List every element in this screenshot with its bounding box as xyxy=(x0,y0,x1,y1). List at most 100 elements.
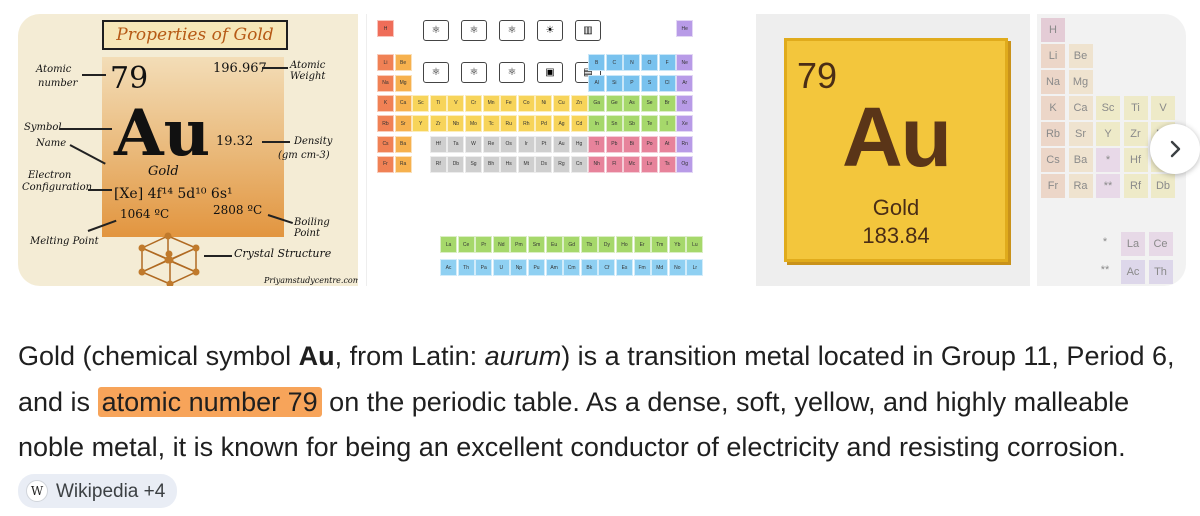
element-cell: Ni xyxy=(535,94,553,112)
element-cell: Sn xyxy=(605,115,623,133)
element-cell: Cd xyxy=(570,115,588,133)
source-chip[interactable]: W Wikipedia +4 xyxy=(18,474,178,509)
element-cell: Be xyxy=(394,54,412,72)
atomic-weight-value: 196.967 xyxy=(213,61,267,76)
source-label: Wikipedia +4 xyxy=(56,480,166,502)
element-cell: Cm xyxy=(563,259,581,276)
element-cell: Mt xyxy=(517,155,535,173)
leader-line xyxy=(262,67,288,69)
element-cell: Pa xyxy=(475,259,493,276)
element-cell: Hg xyxy=(570,135,588,153)
element-cell: Ra xyxy=(1068,174,1093,198)
element-cell: Re xyxy=(482,135,500,153)
element-cell: Rh xyxy=(517,115,535,133)
element-cell: Np xyxy=(510,259,528,276)
gold-properties-image[interactable]: Properties of Gold 79 196.967 Au 19.32 G… xyxy=(18,14,358,286)
label-atomic: Atomic xyxy=(36,64,72,75)
gold-element-card-image[interactable]: 79 Au Gold 183.84 xyxy=(756,14,1030,286)
property-toggle-icon[interactable]: ⚛ xyxy=(423,20,449,41)
element-cell: Fl xyxy=(605,155,623,173)
element-cell: Cr xyxy=(465,94,482,112)
element-cell: Zr xyxy=(429,115,447,133)
label-density-unit: (gm cm-3) xyxy=(278,150,330,161)
element-cell: O xyxy=(641,54,658,72)
series-marker: ** xyxy=(1100,264,1110,276)
element-cell: Hf xyxy=(1123,148,1148,172)
element-cell: H xyxy=(377,20,394,37)
element-card: 79 Au Gold 183.84 xyxy=(784,38,1008,262)
element-cell: As xyxy=(623,94,641,112)
element-cell: I xyxy=(658,115,676,133)
element-cell: Hf xyxy=(429,135,447,153)
periodic-table-image[interactable]: ⚛ ⚛ ⚛ ☀ ▥ ⚛ ⚛ ⚛ ▣ ▤ H He Li Be B C N O F Ne Na Mg Al Si P S Cl Ar K… xyxy=(366,14,770,286)
label-symbol: Symbol xyxy=(24,122,62,133)
element-cell: Eu xyxy=(545,236,563,253)
atomic-number-value: 79 xyxy=(110,61,149,96)
property-toggle-icon[interactable]: ⚛ xyxy=(461,20,487,41)
element-cell: Sr xyxy=(394,115,412,133)
element-cell: Ce xyxy=(1148,232,1173,256)
element-cell: ** xyxy=(1096,174,1120,198)
element-cell: Se xyxy=(641,94,658,112)
element-cell: Al xyxy=(588,74,606,92)
element-cell: Th xyxy=(1148,260,1173,284)
element-cell: Pt xyxy=(535,135,553,153)
element-cell: Po xyxy=(641,135,658,153)
credit-text: Priyamstudycentre.com xyxy=(264,276,358,285)
element-cell: Ge xyxy=(605,94,623,112)
melting-value: 1064 ºC xyxy=(120,207,170,221)
element-cell: Fm xyxy=(633,259,651,276)
image-carousel: Properties of Gold 79 196.967 Au 19.32 G… xyxy=(18,14,1186,286)
property-toggle-icon[interactable]: ▥ xyxy=(575,20,601,41)
element-cell: Am xyxy=(545,259,563,276)
element-cell: Ru xyxy=(500,115,518,133)
element-cell: Pd xyxy=(535,115,553,133)
element-cell: Mc xyxy=(623,155,641,173)
element-cell: Tm xyxy=(651,236,669,253)
element-cell: P xyxy=(623,74,641,92)
element-cell: Er xyxy=(633,236,651,253)
property-toggle-icon[interactable]: ⚛ xyxy=(461,62,487,83)
property-toggle-icon[interactable]: ☀ xyxy=(537,20,563,41)
label-melting: Melting Point xyxy=(30,236,99,247)
element-cell: Ta xyxy=(447,135,465,153)
leader-line xyxy=(262,141,290,143)
element-cell: Ag xyxy=(553,115,570,133)
property-toggle-icon[interactable]: ⚛ xyxy=(423,62,449,83)
element-cell: Cn xyxy=(570,155,588,173)
label-electron: Electron xyxy=(28,170,72,181)
element-cell: Ac xyxy=(440,259,457,276)
element-cell: Rb xyxy=(377,115,394,133)
element-cell: At xyxy=(658,135,676,153)
element-cell: Br xyxy=(658,94,676,112)
property-toggle-icon[interactable]: ⚛ xyxy=(499,62,525,83)
element-cell: Ga xyxy=(588,94,606,112)
carousel-next-button[interactable] xyxy=(1150,124,1200,174)
element-name: Gold xyxy=(872,195,920,220)
element-symbol: Au xyxy=(842,90,952,184)
element-cell: Ce xyxy=(457,236,475,253)
element-cell: Gd xyxy=(563,236,581,253)
label-crystal: Crystal Structure xyxy=(234,247,332,260)
density-value: 19.32 xyxy=(216,134,254,149)
element-cell: Sr xyxy=(1068,122,1093,146)
element-cell: Lr xyxy=(686,259,704,276)
element-cell: Ne xyxy=(676,54,694,72)
element-cell: Tb xyxy=(580,236,598,253)
highlighted-phrase[interactable]: atomic number 79 xyxy=(97,386,322,417)
element-cell: Pm xyxy=(510,236,528,253)
element-cell: Na xyxy=(1041,70,1065,94)
gold-title: Properties of Gold xyxy=(116,25,274,45)
property-toggle-icon[interactable]: ⚛ xyxy=(499,20,525,41)
element-cell: Ac xyxy=(1121,260,1145,284)
element-cell: Ti xyxy=(1123,96,1148,120)
property-toggle-icon[interactable]: ▣ xyxy=(537,62,563,83)
element-cell: Fr xyxy=(1041,174,1065,198)
element-cell: Rf xyxy=(429,155,447,173)
element-cell: Sm xyxy=(528,236,545,253)
desc-italic: aurum xyxy=(484,341,562,371)
element-cell: H xyxy=(1041,18,1065,42)
element-cell: V xyxy=(447,94,465,112)
desc-text: , from Latin: xyxy=(334,341,485,371)
element-cell: La xyxy=(440,236,457,253)
